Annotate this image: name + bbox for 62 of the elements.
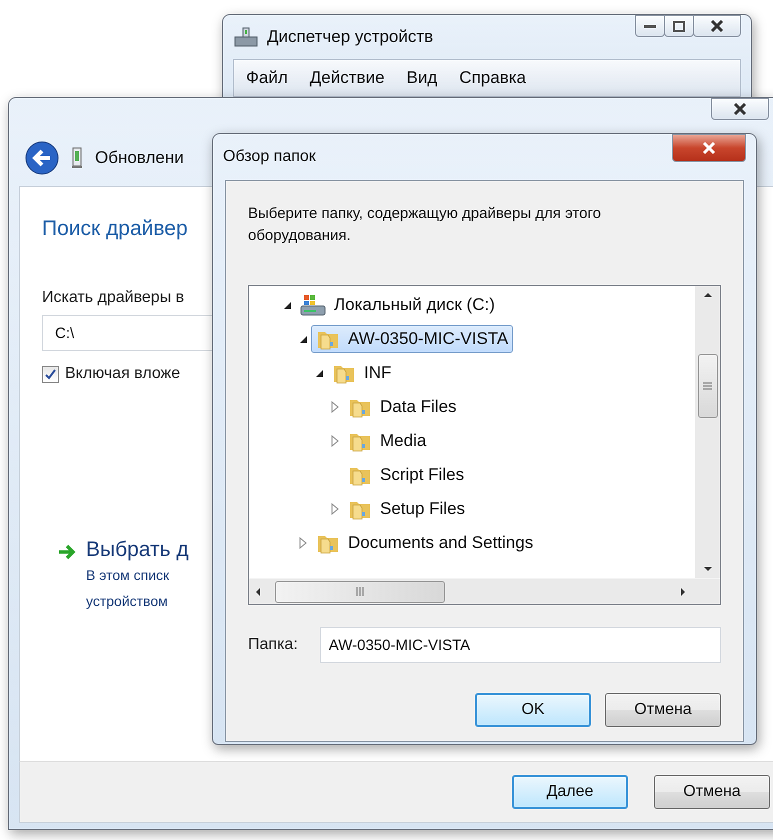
scroll-right-icon[interactable] xyxy=(680,586,686,596)
arrow-icon xyxy=(58,544,76,560)
wizard-title: Обновлени xyxy=(95,148,184,168)
menu-item[interactable]: Файл xyxy=(246,68,288,88)
tree-item[interactable]: Media xyxy=(343,427,432,455)
collapsed-arrow-icon[interactable] xyxy=(299,537,307,549)
next-button[interactable]: Далее xyxy=(512,775,628,809)
folder-label: Папка: xyxy=(248,636,298,654)
close-button[interactable] xyxy=(693,15,741,37)
path-label: Искать драйверы в xyxy=(42,289,184,307)
tree-item[interactable]: Documents and Settings xyxy=(311,529,538,557)
close-icon xyxy=(710,20,724,32)
back-icon[interactable] xyxy=(25,141,59,175)
expanded-arrow-icon[interactable] xyxy=(314,368,324,378)
checkbox-label: Включая вложе xyxy=(65,365,180,383)
menu-item[interactable]: Действие xyxy=(310,68,385,88)
grip-icon xyxy=(703,382,712,390)
scroll-thumb[interactable] xyxy=(275,580,445,602)
scroll-up-icon[interactable] xyxy=(702,292,712,298)
close-icon xyxy=(702,142,716,154)
tree-item[interactable]: Data Files xyxy=(343,393,462,421)
tree-item[interactable]: INF xyxy=(327,359,396,387)
maximize-icon xyxy=(673,20,685,32)
drive-icon xyxy=(300,293,326,317)
maximize-button[interactable] xyxy=(664,15,694,37)
close-button[interactable] xyxy=(711,98,769,120)
close-icon xyxy=(733,103,747,115)
scroll-down-icon[interactable] xyxy=(702,566,712,572)
menu-item[interactable]: Вид xyxy=(406,68,438,88)
option-description: устройством xyxy=(86,592,169,611)
scroll-left-icon[interactable] xyxy=(255,586,261,596)
folder-tree[interactable]: Локальный диск (C:) AW-0350-MIC-VISTA INF Data Files Media Script Files Setup Files Documents and Settings xyxy=(248,285,721,605)
menu-item[interactable]: Справка xyxy=(459,68,526,88)
cancel-button[interactable]: Отмена xyxy=(605,693,721,727)
checkbox[interactable] xyxy=(42,366,59,382)
cancel-button[interactable]: Отмена xyxy=(654,775,770,809)
device-icon xyxy=(71,147,83,169)
minimize-button[interactable] xyxy=(635,15,665,37)
expanded-arrow-icon[interactable] xyxy=(282,300,292,310)
horizontal-scrollbar[interactable] xyxy=(249,578,720,604)
minimize-icon xyxy=(644,23,656,29)
close-button[interactable] xyxy=(672,134,746,162)
folder-field[interactable]: AW-0350-MIC-VISTA xyxy=(320,627,721,663)
collapsed-arrow-icon[interactable] xyxy=(331,435,339,447)
tree-item[interactable]: Setup Files xyxy=(343,495,470,523)
dialog-prompt: Выберите папку, содержащую драйверы для этого оборудования. xyxy=(248,204,602,246)
device-manager-icon xyxy=(233,25,259,49)
option-title[interactable]: Выбрать д xyxy=(86,538,189,562)
tree-item[interactable]: Локальный диск (C:) xyxy=(295,291,500,319)
vertical-scrollbar[interactable] xyxy=(695,286,720,578)
tree-item[interactable]: Script Files xyxy=(343,461,470,489)
wizard-heading: Поиск драйвер xyxy=(42,217,188,241)
dialog-title: Обзор папок xyxy=(223,148,316,166)
option-description: В этом списк xyxy=(86,566,170,585)
window-title: Диспетчер устройств xyxy=(267,27,434,47)
grip-icon xyxy=(356,587,364,596)
tree-item[interactable]: AW-0350-MIC-VISTA xyxy=(311,325,514,353)
collapsed-arrow-icon[interactable] xyxy=(331,503,339,515)
collapsed-arrow-icon[interactable] xyxy=(331,401,339,413)
scroll-thumb[interactable] xyxy=(698,354,718,418)
ok-button[interactable]: OK xyxy=(475,693,591,727)
expanded-arrow-icon[interactable] xyxy=(298,334,308,344)
